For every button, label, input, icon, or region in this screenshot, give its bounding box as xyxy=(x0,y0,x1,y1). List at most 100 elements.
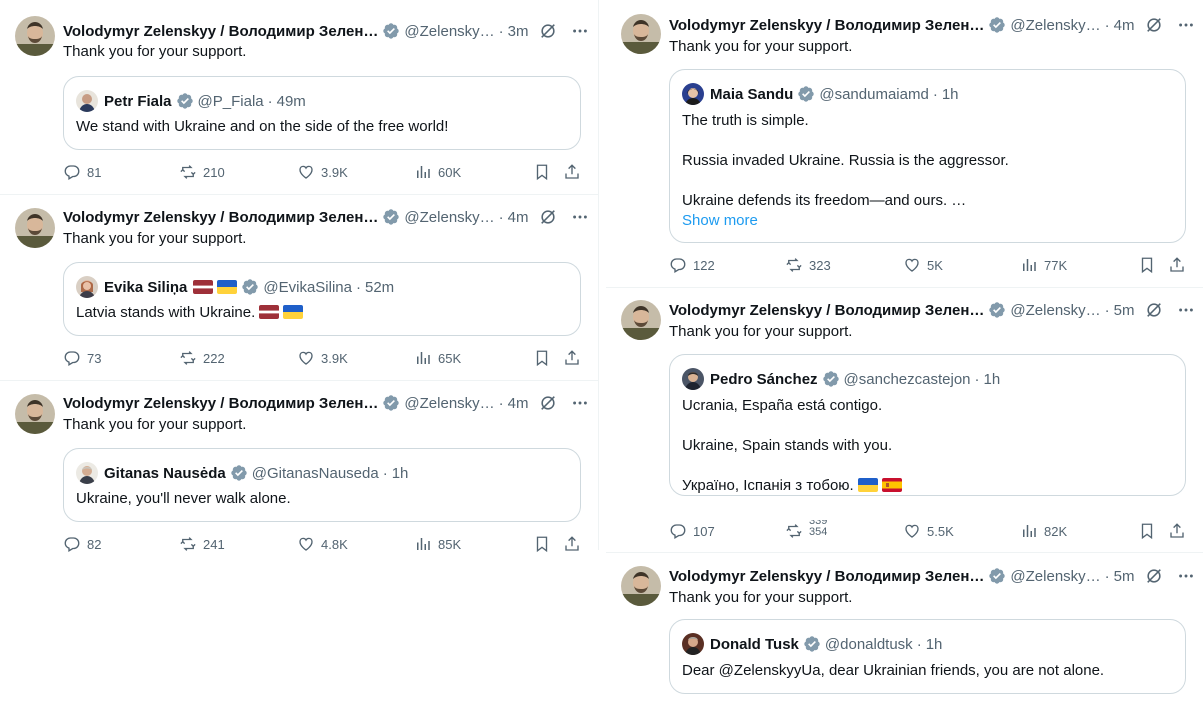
retweet-count-animating: 339 354 xyxy=(809,520,827,542)
tweet-time[interactable]: 3m xyxy=(508,23,529,40)
quote-avatar xyxy=(76,462,98,484)
retweet-button[interactable]: 339 354 xyxy=(785,520,827,542)
author-avatar[interactable] xyxy=(621,566,661,606)
reply-count: 122 xyxy=(693,257,715,273)
author-name[interactable]: Volodymyr Zelenskyy / Володимир Зелен… xyxy=(669,302,984,319)
author-handle[interactable]: @Zelensky… xyxy=(404,395,494,412)
views-button[interactable]: 85K xyxy=(414,533,461,555)
tweet-time[interactable]: 4m xyxy=(508,209,529,226)
grok-icon[interactable] xyxy=(539,208,557,226)
author-handle[interactable]: @Zelensky… xyxy=(404,209,494,226)
author-avatar[interactable] xyxy=(15,16,55,56)
quoted-tweet[interactable]: Gitanas Nausėda @GitanasNauseda · 1h Ukr… xyxy=(63,448,581,522)
reply-button[interactable]: 82 xyxy=(63,533,101,555)
grok-icon[interactable] xyxy=(539,22,557,40)
like-button[interactable]: 3.9K xyxy=(297,347,348,369)
grok-icon[interactable] xyxy=(1145,567,1163,585)
reply-button[interactable]: 122 xyxy=(669,254,715,276)
tweet-time[interactable]: 4m xyxy=(1114,17,1135,34)
author-handle[interactable]: @Zelensky… xyxy=(1010,568,1100,585)
show-more-link[interactable]: Show more xyxy=(682,212,758,229)
author-handle[interactable]: @Zelensky… xyxy=(1010,17,1100,34)
quoted-tweet[interactable]: Maia Sandu @sandumaiamd · 1h The truth i… xyxy=(669,69,1186,243)
views-button[interactable]: 77K xyxy=(1020,254,1067,276)
tweet-card[interactable]: Volodymyr Zelenskyy / Володимир Зелен… @… xyxy=(606,288,1203,552)
retweet-button[interactable]: 323 xyxy=(785,254,831,276)
reply-button[interactable]: 81 xyxy=(63,161,101,183)
share-button[interactable] xyxy=(563,347,581,369)
verified-badge-icon xyxy=(176,92,194,110)
separator-dot: · xyxy=(916,635,922,653)
quote-time: 52m xyxy=(364,278,395,296)
bookmark-button[interactable] xyxy=(533,347,551,369)
author-name[interactable]: Volodymyr Zelenskyy / Володимир Зелен… xyxy=(63,209,378,226)
views-count: 77K xyxy=(1044,257,1068,273)
author-name[interactable]: Volodymyr Zelenskyy / Володимир Зелен… xyxy=(669,17,984,34)
more-icon[interactable] xyxy=(571,394,589,412)
verified-badge-icon xyxy=(241,278,259,296)
bookmark-button[interactable] xyxy=(533,533,551,555)
author-handle[interactable]: @Zelensky… xyxy=(1010,302,1100,319)
separator-dot: · xyxy=(498,208,504,226)
retweet-button[interactable]: 210 xyxy=(179,161,225,183)
tweet-card[interactable]: Volodymyr Zelenskyy / Володимир Зелен… @… xyxy=(606,0,1203,286)
tweet-card[interactable]: Volodymyr Zelenskyy / Володимир Зелен… @… xyxy=(606,553,1203,705)
tweet-time[interactable]: 4m xyxy=(508,395,529,412)
quoted-tweet[interactable]: Donald Tusk @donaldtusk · 1h Dear @Zelen… xyxy=(669,619,1186,694)
share-button[interactable] xyxy=(563,533,581,555)
retweet-button[interactable]: 222 xyxy=(179,347,225,369)
author-avatar[interactable] xyxy=(621,300,661,340)
quote-time: 1h xyxy=(391,464,409,482)
author-name[interactable]: Volodymyr Zelenskyy / Володимир Зелен… xyxy=(63,395,378,412)
more-icon[interactable] xyxy=(571,22,589,40)
quote-text-content: Україно, Іспанія з тобою. xyxy=(682,477,854,494)
views-button[interactable]: 60K xyxy=(414,161,461,183)
grok-icon[interactable] xyxy=(1145,16,1163,34)
retweet-icon xyxy=(179,349,197,367)
views-button[interactable]: 65K xyxy=(414,347,461,369)
tweet-card[interactable]: Volodymyr Zelenskyy / Володимир Зелен… @… xyxy=(0,382,598,550)
separator-dot: · xyxy=(498,394,504,412)
quoted-tweet[interactable]: Evika Siliņa @EvikaSilina · 52m Latvia s… xyxy=(63,262,581,336)
more-icon[interactable] xyxy=(1177,16,1195,34)
author-avatar[interactable] xyxy=(621,14,661,54)
tweet-time[interactable]: 5m xyxy=(1114,302,1135,319)
tweet-card[interactable]: Volodymyr Zelenskyy / Володимир Зелен… @… xyxy=(0,196,598,380)
bookmark-button[interactable] xyxy=(1138,254,1156,276)
bookmark-button[interactable] xyxy=(1138,520,1156,542)
more-icon[interactable] xyxy=(1177,567,1195,585)
bookmark-icon xyxy=(1138,522,1156,540)
separator-dot: · xyxy=(932,85,938,103)
author-name[interactable]: Volodymyr Zelenskyy / Володимир Зелен… xyxy=(669,568,984,585)
views-button[interactable]: 82K xyxy=(1020,520,1067,542)
retweet-button[interactable]: 241 xyxy=(179,533,225,555)
author-avatar[interactable] xyxy=(15,394,55,434)
share-button[interactable] xyxy=(1168,254,1186,276)
grok-icon[interactable] xyxy=(1145,301,1163,319)
tweet-time[interactable]: 5m xyxy=(1114,568,1135,585)
bookmark-button[interactable] xyxy=(533,161,551,183)
more-icon[interactable] xyxy=(571,208,589,226)
tweet-card[interactable]: Volodymyr Zelenskyy / Володимир Зелен… @… xyxy=(0,0,598,194)
quoted-tweet[interactable]: Pedro Sánchez @sanchezcastejon · 1h Ucra… xyxy=(669,354,1186,496)
share-button[interactable] xyxy=(1168,520,1186,542)
reply-button[interactable]: 73 xyxy=(63,347,101,369)
like-button[interactable]: 3.9K xyxy=(297,161,348,183)
tweet-text: Thank you for your support. xyxy=(63,230,247,247)
grok-icon[interactable] xyxy=(539,394,557,412)
bookmark-icon xyxy=(1138,256,1156,274)
author-name[interactable]: Volodymyr Zelenskyy / Володимир Зелен… xyxy=(63,23,378,40)
views-count: 65K xyxy=(438,350,462,366)
author-avatar[interactable] xyxy=(15,208,55,248)
like-button[interactable]: 4.8K xyxy=(297,533,348,555)
author-handle[interactable]: @Zelensky… xyxy=(404,23,494,40)
like-button[interactable]: 5K xyxy=(903,254,943,276)
quoted-tweet[interactable]: Petr Fiala @P_Fiala · 49m We stand with … xyxy=(63,76,581,150)
more-icon[interactable] xyxy=(1177,301,1195,319)
reply-button[interactable]: 107 xyxy=(669,520,715,542)
like-count: 4.8K xyxy=(321,536,348,552)
share-button[interactable] xyxy=(563,161,581,183)
like-button[interactable]: 5.5K xyxy=(903,520,954,542)
quote-text: Dear @ZelenskyyUa, dear Ukrainian friend… xyxy=(682,662,1105,679)
quote-text-line: The truth is simple. xyxy=(682,112,809,129)
